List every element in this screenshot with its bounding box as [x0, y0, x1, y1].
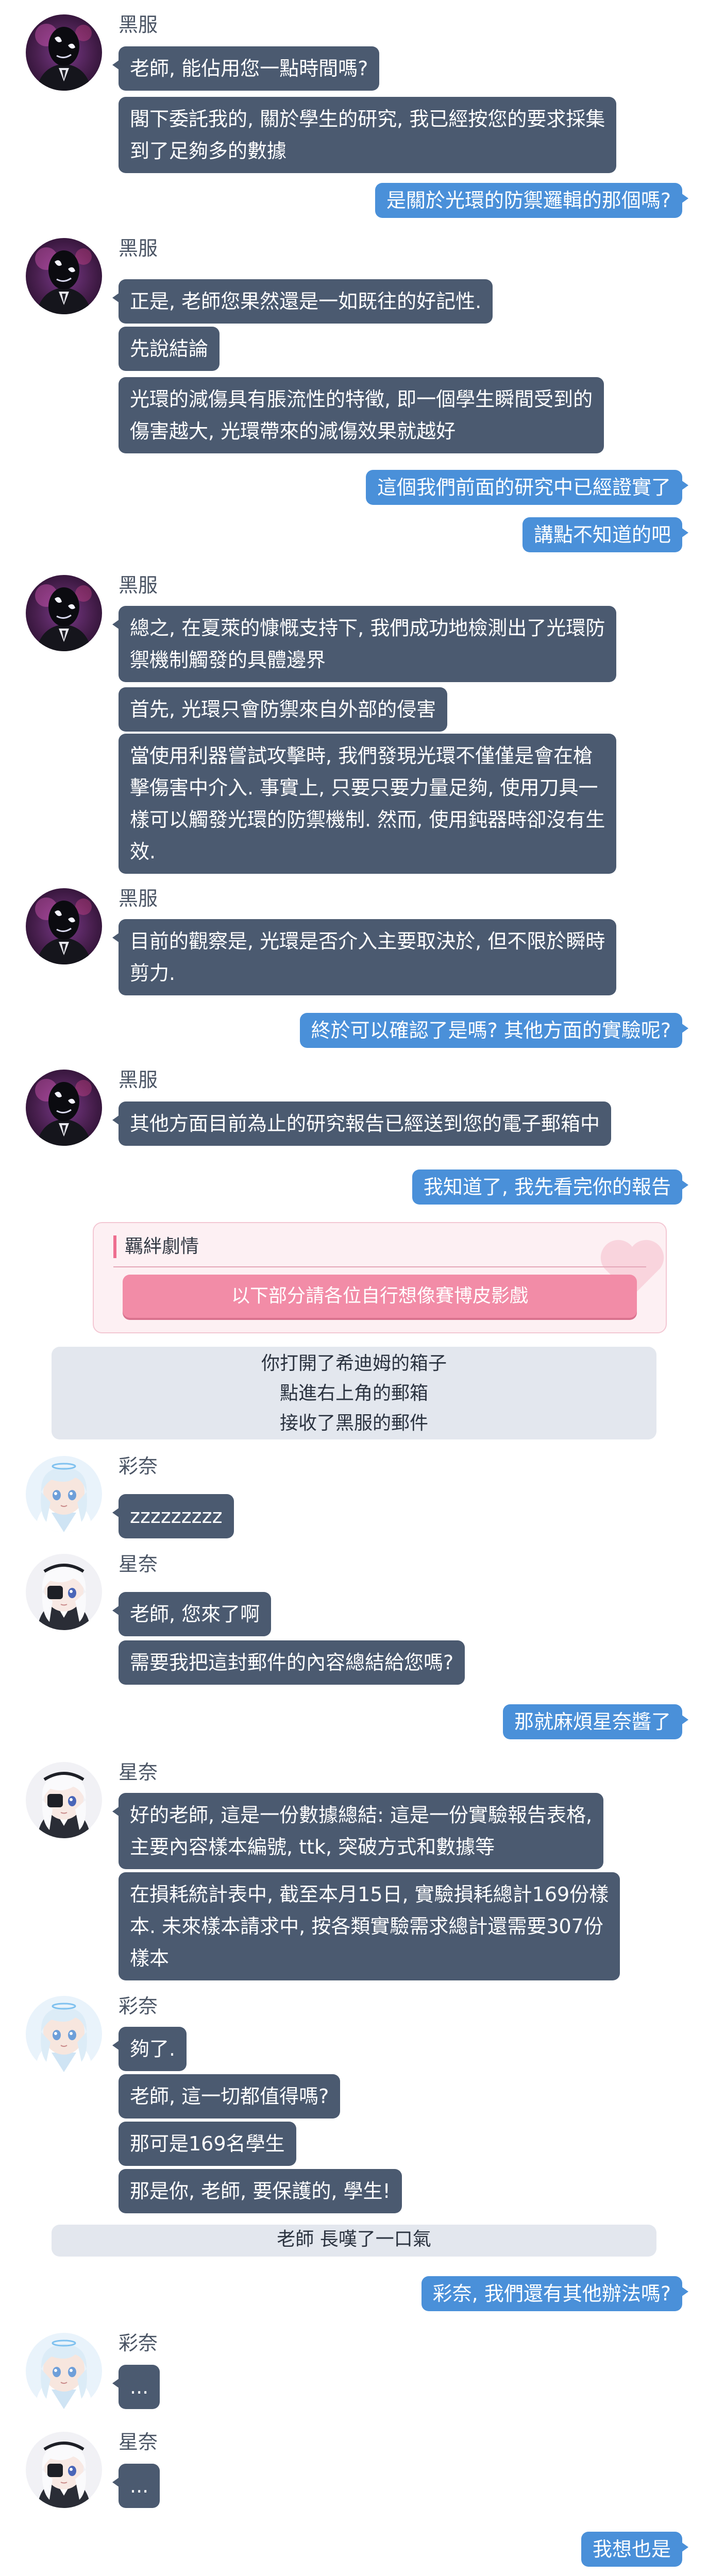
sensei-bubble: 我想也是	[581, 2532, 689, 2567]
speaker-name: 星奈	[119, 1761, 158, 1784]
sensei-bubble: 終於可以確認了是嗎? 其他方面的實驗呢?	[299, 1013, 689, 1048]
message-bubble: 總之, 在夏萊的慷慨支持下, 我們成功地檢測出了光環防 禦機制觸發的具體邊界	[112, 606, 617, 682]
speaker-name: 黑服	[119, 1069, 158, 1091]
message-bubble: zzzzzzzzz	[112, 1494, 234, 1538]
sensei-bubble: 是關於光環的防禦邏輯的那個嗎?	[375, 183, 689, 218]
narration-box: 老師 長嘆了一口氣	[52, 2225, 656, 2257]
kurofuku-avatar[interactable]	[26, 14, 102, 91]
hoshino-avatar[interactable]	[26, 1762, 102, 1838]
message-bubble: 好的老師, 這是一份數據總結: 這是一份實驗報告表格, 主要內容樣本編號, ttk…	[112, 1793, 604, 1869]
bond-story-title: 羈絆劇情	[113, 1235, 199, 1258]
message-bubble: 需要我把這封郵件的內容總結給您嗎?	[119, 1640, 465, 1685]
message-bubble: 在損耗統計表中, 截至本月15日, 實驗損耗總計169份樣 本. 未來樣本請求中,…	[119, 1872, 620, 1980]
hoshino-avatar[interactable]	[26, 1554, 102, 1630]
sensei-bubble: 這個我們前面的研究中已經證實了	[365, 470, 689, 505]
message-bubble: 其他方面目前為止的研究報告已經送到您的電子郵箱中	[112, 1101, 612, 1146]
message-bubble: 老師, 能佔用您一點時間嗎?	[112, 46, 380, 91]
message-bubble: 夠了.	[112, 2027, 187, 2071]
speaker-name: 彩奈	[119, 2332, 158, 2354]
kurofuku-avatar[interactable]	[26, 888, 102, 964]
speaker-name: 黑服	[119, 13, 158, 36]
message-bubble: 目前的觀察是, 光環是否介入主要取決於, 但不限於瞬時 剪力.	[112, 919, 617, 995]
narration-box: 你打開了希迪姆的箱子 點進右上角的郵箱 接收了黑服的郵件	[52, 1347, 656, 1439]
speaker-name: 彩奈	[119, 1455, 158, 1478]
message-bubble: 老師, 這一切都值得嗎?	[119, 2074, 341, 2119]
message-bubble: 先說結論	[119, 327, 220, 371]
message-bubble: 老師, 您來了啊	[112, 1592, 272, 1636]
message-bubble: 那是你, 老師, 要保護的, 學生!	[119, 2169, 402, 2213]
message-bubble: ...	[112, 2365, 160, 2409]
sensei-bubble: 那就麻煩星奈醬了	[502, 1704, 689, 1739]
message-bubble: ...	[112, 2464, 160, 2508]
bond-story-card: 羈絆劇情 以下部分請各位自行想像賽博皮影戲	[93, 1222, 667, 1333]
sensei-bubble: 我知道了, 我先看完你的報告	[412, 1170, 689, 1205]
sensei-bubble: 彩奈, 我們還有其他辦法嗎?	[421, 2276, 689, 2311]
message-bubble: 首先, 光環只會防禦來自外部的侵害	[119, 687, 448, 732]
bond-divider	[113, 1266, 646, 1267]
kurofuku-avatar[interactable]	[26, 575, 102, 651]
ayane-avatar[interactable]	[26, 2333, 102, 2409]
speaker-name: 星奈	[119, 2431, 158, 2453]
kurofuku-avatar[interactable]	[26, 238, 102, 314]
ayane-avatar[interactable]	[26, 1996, 102, 2072]
speaker-name: 彩奈	[119, 1995, 158, 2018]
ayane-avatar[interactable]	[26, 1456, 102, 1532]
message-bubble: 閣下委託我的, 關於學生的研究, 我已經按您的要求採集 到了足夠多的數據	[119, 97, 617, 173]
hoshino-avatar[interactable]	[26, 2432, 102, 2508]
message-bubble: 那可是169名學生	[119, 2122, 296, 2166]
message-bubble: 當使用利器嘗試攻擊時, 我們發現光環不僅僅是會在槍 擊傷害中介入. 事實上, 只要…	[119, 734, 617, 874]
bond-story-button[interactable]: 以下部分請各位自行想像賽博皮影戲	[123, 1275, 637, 1318]
kurofuku-avatar[interactable]	[26, 1070, 102, 1146]
speaker-name: 星奈	[119, 1553, 158, 1575]
speaker-name: 黑服	[119, 574, 158, 597]
message-bubble: 正是, 老師您果然還是一如既往的好記性.	[112, 279, 493, 324]
message-bubble: 光環的減傷具有脹流性的特徵, 即一個學生瞬間受到的 傷害越大, 光環帶來的減傷效果…	[119, 377, 604, 453]
speaker-name: 黑服	[119, 237, 158, 260]
sensei-bubble: 講點不知道的吧	[522, 517, 689, 552]
speaker-name: 黑服	[119, 887, 158, 910]
